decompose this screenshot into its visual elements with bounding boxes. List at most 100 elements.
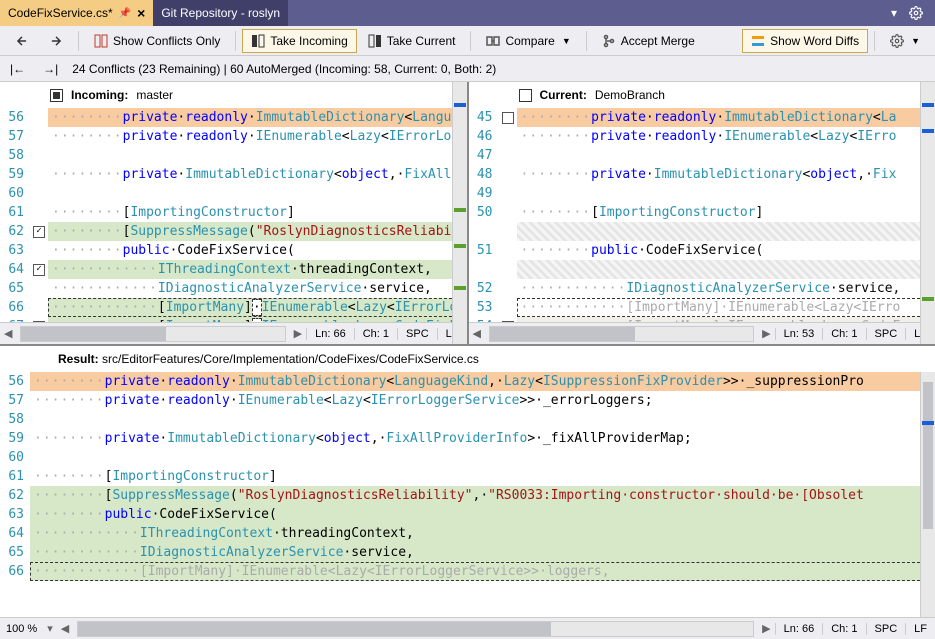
line-checkbox[interactable]: ✓ (30, 226, 48, 238)
code-line[interactable]: 64✓············IThreadingContext·threadi… (0, 260, 467, 279)
code-line[interactable] (469, 222, 935, 241)
code-line[interactable]: 63········public·CodeFixService( (0, 241, 467, 260)
code-line[interactable]: 54············[ImportMany]·IEnumerable<L… (469, 317, 935, 322)
code-line[interactable]: 60 (0, 184, 467, 203)
conflicts-icon (94, 34, 108, 48)
code-text: ········public·CodeFixService( (48, 241, 467, 260)
code-text: ············[ImportMany]·IEnumerable<Laz… (517, 298, 935, 317)
code-line[interactable]: 64············IThreadingContext·threadin… (0, 524, 935, 543)
incoming-pane: Incoming: master 56········private·reado… (0, 82, 469, 344)
h-scrollbar[interactable] (20, 326, 285, 342)
forward-button[interactable] (40, 29, 72, 53)
result-code[interactable]: 56········private·readonly·ImmutableDict… (0, 372, 935, 617)
tab-overflow-icon[interactable]: ▾ (885, 6, 903, 20)
scroll-left-icon[interactable]: ◀ (57, 622, 73, 635)
code-line[interactable]: 53············[ImportMany]·IEnumerable<L… (469, 298, 935, 317)
code-line[interactable]: 57········private·readonly·IEnumerable<L… (0, 127, 467, 146)
scroll-right-icon[interactable]: ▶ (758, 327, 774, 340)
scroll-left-icon[interactable]: ◀ (469, 327, 485, 340)
show-word-diffs-button[interactable]: Show Word Diffs (742, 29, 868, 53)
result-statusbar: 100 % ▾ ◀ ▶ Ln: 66 Ch: 1 SPC LF (0, 617, 935, 639)
code-line[interactable] (469, 260, 935, 279)
incoming-label: Incoming: (71, 88, 128, 102)
result-pane: Result: src/EditorFeatures/Core/Implemen… (0, 346, 935, 639)
gear-icon[interactable] (903, 6, 929, 20)
code-text: ············IThreadingContext·threadingC… (48, 260, 467, 279)
code-line[interactable]: 47 (469, 146, 935, 165)
last-conflict-button[interactable]: →| (39, 60, 62, 78)
tab-inactive[interactable]: Git Repository - roslyn (153, 0, 288, 26)
h-scrollbar[interactable] (489, 326, 754, 342)
line-checkbox[interactable] (499, 321, 517, 323)
first-conflict-button[interactable]: |← (6, 60, 29, 78)
v-scrollbar[interactable] (920, 372, 935, 617)
line-checkbox[interactable] (499, 112, 517, 124)
code-line[interactable]: 58 (0, 410, 935, 429)
code-line[interactable]: 50········[ImportingConstructor] (469, 203, 935, 222)
tab-active[interactable]: CodeFixService.cs* 📌 × (0, 0, 153, 26)
pin-icon[interactable]: 📌 (119, 8, 131, 19)
line-number: 57 (0, 391, 30, 410)
code-line[interactable]: 61········[ImportingConstructor] (0, 467, 935, 486)
line-checkbox[interactable]: ✓ (30, 321, 48, 323)
code-text: ········private·readonly·IEnumerable<Laz… (517, 127, 935, 146)
code-line[interactable]: 65············IDiagnosticAnalyzerService… (0, 279, 467, 298)
scroll-right-icon[interactable]: ▶ (290, 327, 306, 340)
scroll-right-icon[interactable]: ▶ (758, 622, 774, 635)
zoom-dropdown-icon[interactable]: ▾ (43, 622, 57, 635)
line-number: 48 (469, 165, 499, 184)
incoming-code[interactable]: 56········private·readonly·ImmutableDict… (0, 108, 467, 322)
v-scrollbar[interactable] (452, 82, 467, 344)
code-line[interactable]: 49 (469, 184, 935, 203)
select-all-current-checkbox[interactable] (519, 89, 532, 102)
line-checkbox[interactable]: ✓ (30, 264, 48, 276)
line-number: 58 (0, 410, 30, 429)
code-text: ············[ImportMany]·IEnumerable<Laz… (517, 317, 935, 322)
compare-button[interactable]: Compare ▼ (477, 29, 579, 53)
code-line[interactable]: 45········private·readonly·ImmutableDict… (469, 108, 935, 127)
word-diffs-icon (751, 34, 765, 48)
code-line[interactable]: 66············[ImportMany]·IEnumerable<L… (0, 298, 467, 317)
take-current-button[interactable]: Take Current (359, 29, 465, 53)
show-conflicts-button[interactable]: Show Conflicts Only (85, 29, 229, 53)
line-number: 66 (0, 562, 30, 581)
code-line[interactable]: 62✓········[SuppressMessage("RoslynDiagn… (0, 222, 467, 241)
merge-icon (602, 34, 616, 48)
code-line[interactable]: 46········private·readonly·IEnumerable<L… (469, 127, 935, 146)
code-line[interactable]: 62········[SuppressMessage("RoslynDiagno… (0, 486, 935, 505)
line-number: 61 (0, 467, 30, 486)
code-line[interactable]: 65············IDiagnosticAnalyzerService… (0, 543, 935, 562)
code-line[interactable]: 56········private·readonly·ImmutableDict… (0, 108, 467, 127)
take-incoming-button[interactable]: Take Incoming (242, 29, 356, 53)
conflict-navbar: |← →| 24 Conflicts (23 Remaining) | 60 A… (0, 56, 935, 82)
code-line[interactable]: 57········private·readonly·IEnumerable<L… (0, 391, 935, 410)
code-line[interactable]: 59········private·ImmutableDictionary<ob… (0, 165, 467, 184)
code-line[interactable]: 63········public·CodeFixService( (0, 505, 935, 524)
code-line[interactable]: 51········public·CodeFixService( (469, 241, 935, 260)
code-text (517, 260, 935, 279)
scroll-left-icon[interactable]: ◀ (0, 327, 16, 340)
code-text: ············[ImportMany]·IEnumerable<Laz… (48, 298, 467, 317)
settings-button[interactable]: ▼ (881, 29, 929, 53)
current-code[interactable]: 45········private·readonly·ImmutableDict… (469, 108, 935, 322)
zoom-level[interactable]: 100 % (0, 623, 43, 635)
code-line[interactable]: 48········private·ImmutableDictionary<ob… (469, 165, 935, 184)
code-line[interactable]: 61········[ImportingConstructor] (0, 203, 467, 222)
code-text: ········public·CodeFixService( (30, 505, 935, 524)
code-line[interactable]: 67✓············[ImportMany]·IEnumerable<… (0, 317, 467, 322)
v-scrollbar[interactable] (920, 82, 935, 344)
accept-merge-button[interactable]: Accept Merge (593, 29, 704, 53)
code-line[interactable]: 52············IDiagnosticAnalyzerService… (469, 279, 935, 298)
code-text: ············IThreadingContext·threadingC… (30, 524, 935, 543)
h-scrollbar[interactable] (77, 621, 754, 637)
code-line[interactable]: 66············[ImportMany]·IEnumerable<L… (0, 562, 935, 581)
code-line[interactable]: 60 (0, 448, 935, 467)
merge-toolbar: Show Conflicts Only Take Incoming Take C… (0, 26, 935, 56)
code-line[interactable]: 58 (0, 146, 467, 165)
back-button[interactable] (6, 29, 38, 53)
close-icon[interactable]: × (137, 5, 145, 21)
select-all-incoming-checkbox[interactable] (50, 89, 63, 102)
code-line[interactable]: 56········private·readonly·ImmutableDict… (0, 372, 935, 391)
code-line[interactable]: 59········private·ImmutableDictionary<ob… (0, 429, 935, 448)
code-text: ············[ImportMany]·IEnumerable<Laz… (30, 562, 935, 581)
